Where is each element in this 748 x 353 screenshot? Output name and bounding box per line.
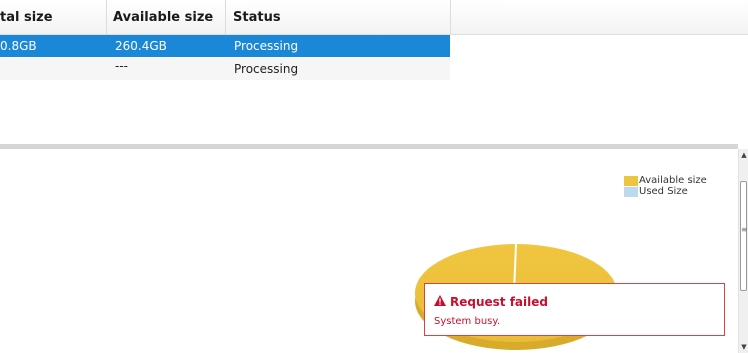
cell-available-size: --- xyxy=(115,59,128,73)
vertical-scrollbar[interactable]: ▲ ≡ ▼ xyxy=(738,149,748,353)
scroll-up-arrow-icon[interactable]: ▲ xyxy=(739,149,748,161)
table-header: tal size Available size Status xyxy=(0,0,748,35)
legend-label: Used Size xyxy=(639,186,688,197)
grip-icon: ≡ xyxy=(741,225,748,234)
cell-available-size: 260.4GB xyxy=(115,39,167,53)
column-separator[interactable] xyxy=(106,0,107,34)
column-header-available-size[interactable]: Available size xyxy=(113,10,213,25)
legend-item-used-size: Used Size xyxy=(624,186,707,197)
table-row[interactable]: --- Processing xyxy=(0,58,450,80)
error-title-text: Request failed xyxy=(450,295,548,309)
cell-status: Processing xyxy=(234,62,299,76)
cell-total-size: 0.8GB xyxy=(0,39,37,53)
legend-swatch xyxy=(624,175,638,186)
column-separator[interactable] xyxy=(450,0,451,34)
error-message: System busy. xyxy=(434,316,501,327)
legend-swatch xyxy=(624,186,638,197)
legend-label: Available size xyxy=(639,175,707,186)
scrollbar-thumb[interactable]: ≡ xyxy=(740,181,748,291)
error-notification[interactable]: Request failed System busy. xyxy=(424,283,725,336)
legend-item-available-size: Available size xyxy=(624,175,707,186)
column-header-total-size[interactable]: tal size xyxy=(0,10,53,25)
column-separator[interactable] xyxy=(225,0,226,34)
error-title: Request failed xyxy=(434,295,548,309)
scroll-down-arrow-icon[interactable]: ▼ xyxy=(739,341,748,353)
cell-status: Processing xyxy=(234,39,299,53)
chart-legend: Available size Used Size xyxy=(624,175,707,197)
warning-icon xyxy=(434,295,446,306)
table-row-selected[interactable]: 0.8GB 260.4GB Processing xyxy=(0,35,450,57)
column-header-status[interactable]: Status xyxy=(233,10,281,25)
